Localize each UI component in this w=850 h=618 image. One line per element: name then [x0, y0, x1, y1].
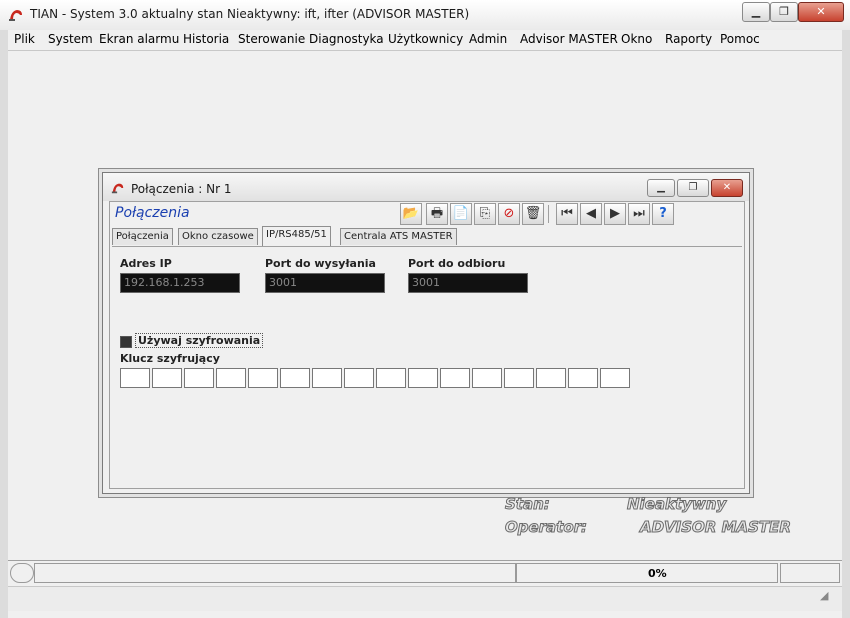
resize-grip-icon[interactable]: ◢ [820, 589, 832, 602]
menu-sterowanie[interactable]: Sterowanie [238, 32, 305, 46]
connections-client-area: Połączenia 📂 🖶 📄 ⎘ ⊘ 🗑 ⏮ ◀ ▶ ⏭ ? Połącze… [109, 201, 745, 489]
window-left-edge [0, 30, 8, 618]
status-indicator [10, 563, 34, 583]
progress-cell [516, 563, 778, 583]
menu-uzytkownicy[interactable]: Użytkownicy [388, 32, 463, 46]
progress-text: 0% [648, 567, 667, 580]
toolbar: 📂 🖶 📄 ⎘ ⊘ 🗑 ⏮ ◀ ▶ ⏭ ? [400, 203, 686, 225]
menu-plik[interactable]: Plik [14, 32, 35, 46]
receive-port-label: Port do odbioru [408, 257, 506, 270]
encryption-key-cell[interactable] [408, 368, 438, 388]
main-titlebar: TIAN - System 3.0 aktualny stan Nieaktyw… [0, 0, 850, 30]
encryption-key-cell[interactable] [248, 368, 278, 388]
close-button[interactable]: ✕ [798, 2, 844, 22]
first-record-icon[interactable]: ⏮ [556, 203, 578, 225]
menu-system[interactable]: System [48, 32, 93, 46]
restore-button[interactable]: ❐ [770, 2, 798, 22]
encryption-key-label: Klucz szyfrujący [120, 352, 220, 365]
next-record-icon[interactable]: ▶ [604, 203, 626, 225]
delete-icon[interactable]: 🗑 [522, 203, 544, 225]
window-title: TIAN - System 3.0 aktualny stan Nieaktyw… [30, 7, 470, 21]
encryption-key-cell[interactable] [344, 368, 374, 388]
cancel-icon[interactable]: ⊘ [498, 203, 520, 225]
last-record-icon[interactable]: ⏭ [628, 203, 650, 225]
state-label: Stan: [505, 495, 551, 514]
copy-icon[interactable]: ⎘ [474, 203, 496, 225]
encryption-key-cell[interactable] [152, 368, 182, 388]
ip-address-field[interactable]: 192.168.1.253 [120, 273, 240, 293]
encryption-key-cell[interactable] [120, 368, 150, 388]
minimize-button[interactable]: ▁ [742, 2, 770, 22]
encryption-key-cell[interactable] [280, 368, 310, 388]
tab-strip: Połączenia Okno czasowe IP/RS485/51 Cent… [112, 226, 742, 247]
operator-label: Operator: [504, 518, 588, 537]
connections-window: Połączenia : Nr 1 ▁ ❐ ✕ Połączenia 📂 🖶 📄… [102, 172, 750, 494]
connections-titlebar[interactable]: Połączenia : Nr 1 ▁ ❐ ✕ [103, 173, 749, 201]
new-document-icon[interactable]: 📄 [450, 203, 472, 225]
app-icon [111, 183, 124, 194]
open-icon[interactable]: 📂 [400, 203, 422, 225]
child-restore-button[interactable]: ❐ [677, 179, 709, 197]
print-icon[interactable]: 🖶 [426, 203, 448, 225]
encryption-checkbox[interactable] [120, 336, 132, 348]
tab-ip-rs485[interactable]: IP/RS485/51 [262, 226, 331, 246]
bottom-bar: ◢ [8, 586, 842, 611]
encryption-key-cell[interactable] [504, 368, 534, 388]
tab-centrala-ats-master[interactable]: Centrala ATS MASTER [340, 228, 457, 245]
connections-heading: Połączenia [115, 205, 190, 221]
toolbar-separator [548, 205, 549, 223]
connections-window-title: Połączenia : Nr 1 [131, 182, 232, 196]
menu-okno[interactable]: Okno [621, 32, 652, 46]
menu-historia[interactable]: Historia [183, 32, 229, 46]
menu-pomoc[interactable]: Pomoc [720, 32, 760, 46]
tab-polaczenia[interactable]: Połączenia [112, 228, 173, 245]
encryption-key-cell[interactable] [472, 368, 502, 388]
encryption-key-cell[interactable] [600, 368, 630, 388]
encryption-key-cell[interactable] [376, 368, 406, 388]
menu-ekran-alarmu[interactable]: Ekran alarmu [99, 32, 179, 46]
window-right-edge [842, 30, 850, 618]
app-icon [9, 10, 22, 21]
help-icon[interactable]: ? [652, 203, 674, 225]
state-value: Nieaktywny [626, 495, 727, 514]
encryption-checkbox-label[interactable]: Używaj szyfrowania [135, 333, 264, 348]
receive-port-field[interactable]: 3001 [408, 273, 528, 293]
operator-value: ADVISOR MASTER [640, 518, 792, 537]
encryption-key-cell[interactable] [216, 368, 246, 388]
menu-bar: Plik System Ekran alarmu Historia Sterow… [8, 30, 842, 50]
menu-diagnostyka[interactable]: Diagnostyka [309, 32, 384, 46]
menu-advisor-master[interactable]: Advisor MASTER [520, 32, 618, 46]
send-port-field[interactable]: 3001 [265, 273, 385, 293]
menu-admin[interactable]: Admin [469, 32, 507, 46]
encryption-key-cell[interactable] [184, 368, 214, 388]
child-minimize-button[interactable]: ▁ [647, 179, 675, 197]
status-message-cell [34, 563, 516, 583]
status-extra-cell [780, 563, 840, 583]
tab-okno-czasowe[interactable]: Okno czasowe [178, 228, 258, 245]
encryption-key-cell[interactable] [536, 368, 566, 388]
status-bar: 0% [8, 560, 842, 585]
encryption-key-cell[interactable] [568, 368, 598, 388]
encryption-key-cell[interactable] [312, 368, 342, 388]
menu-raporty[interactable]: Raporty [665, 32, 712, 46]
previous-record-icon[interactable]: ◀ [580, 203, 602, 225]
ip-address-label: Adres IP [120, 257, 172, 270]
send-port-label: Port do wysyłania [265, 257, 376, 270]
child-close-button[interactable]: ✕ [711, 179, 743, 197]
encryption-key-cell[interactable] [440, 368, 470, 388]
